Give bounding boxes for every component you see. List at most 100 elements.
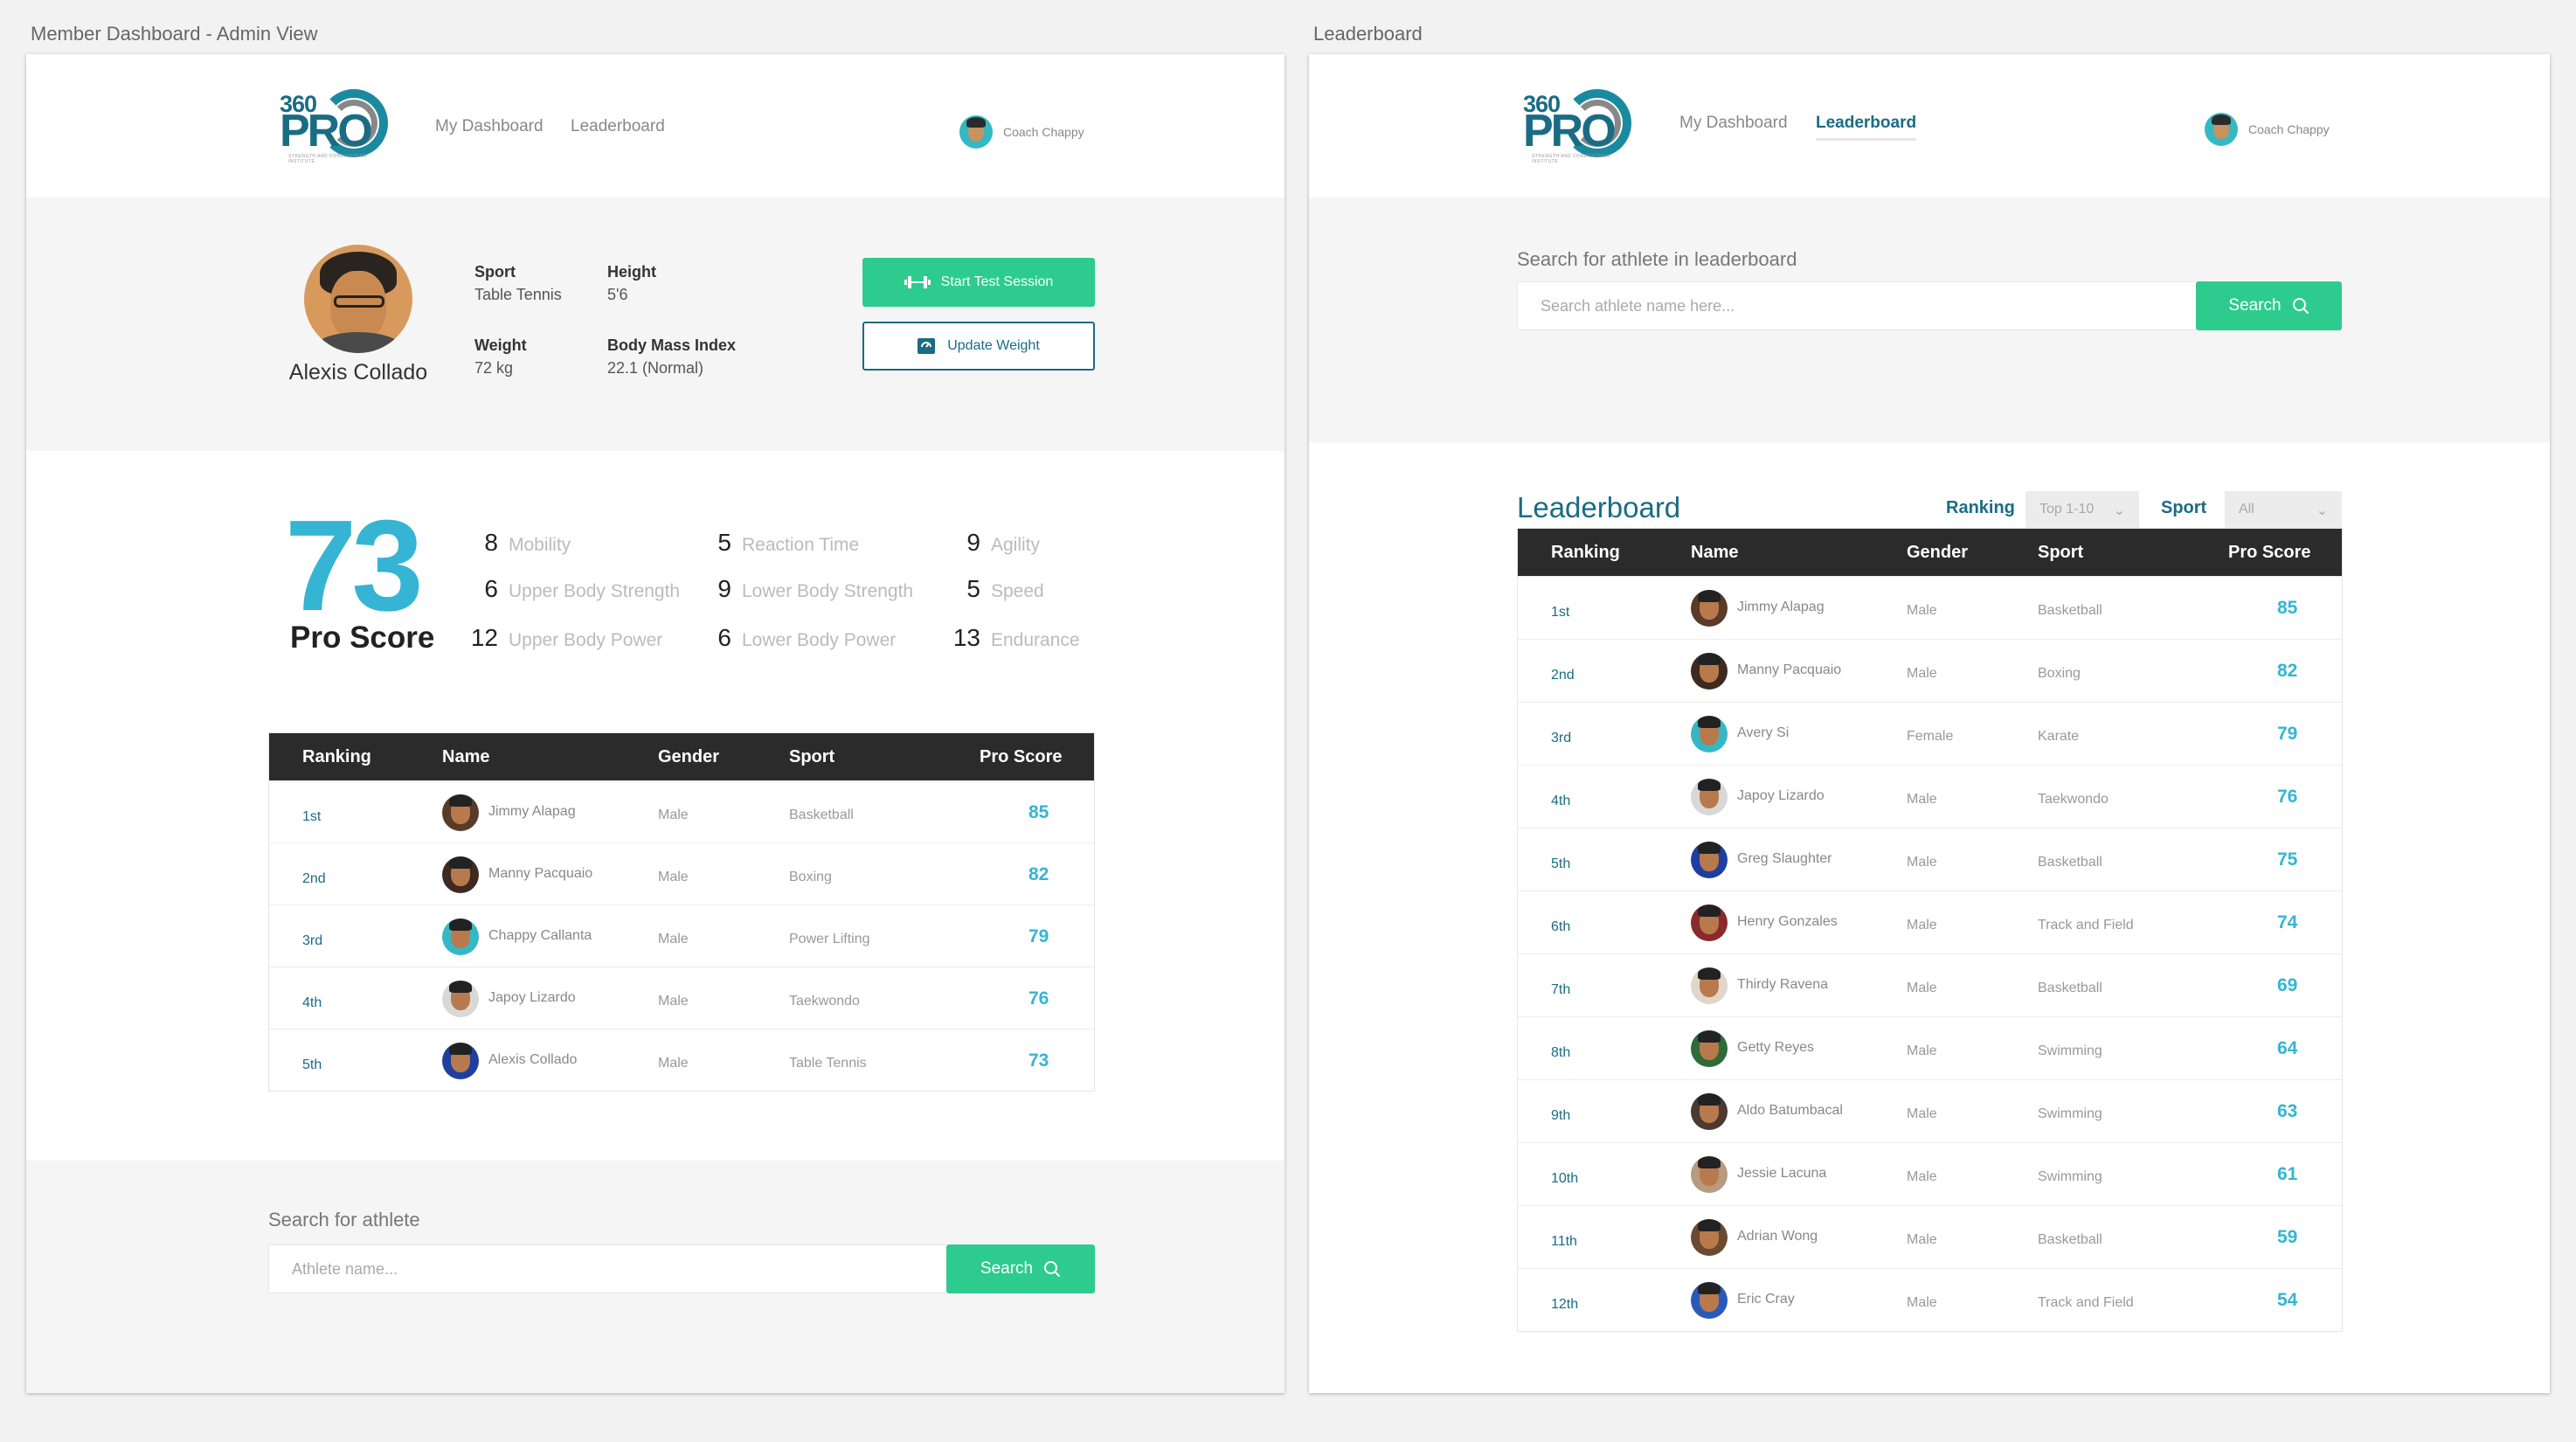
athlete-name-cell[interactable]: Getty Reyes — [1737, 1040, 1814, 1056]
table-row[interactable]: 9th Aldo Batumbacal Male Swimming 63 — [1518, 1079, 2342, 1142]
athlete-name-cell[interactable]: Avery Si — [1737, 725, 1789, 741]
athlete-name-cell[interactable]: Jimmy Alapag — [1737, 600, 1825, 615]
bmi-label: Body Mass Index — [607, 336, 737, 354]
sport-cell: Boxing — [2038, 666, 2081, 681]
gender-cell: Male — [658, 808, 689, 822]
table-row[interactable]: 4th Japoy Lizardo Male Taekwondo 76 — [269, 967, 1094, 1029]
sport-cell: Karate — [2038, 729, 2080, 744]
ranking-filter-label: Ranking — [1946, 498, 2015, 517]
athlete-name-cell[interactable]: Japoy Lizardo — [1737, 788, 1825, 804]
sport-cell: Power Lifting — [789, 932, 870, 946]
nav-leaderboard[interactable]: Leaderboard — [1816, 114, 1917, 141]
table-row[interactable]: 12th Eric Cray Male Track and Field 54 — [1518, 1268, 2342, 1331]
gender-cell: Male — [1907, 1106, 1937, 1121]
metric-mobility: 8 Mobility — [484, 529, 571, 556]
rank-cell: 3rd — [302, 933, 323, 948]
metric-lower-body-power: 6 Lower Body Power — [717, 624, 897, 651]
athlete-name-cell[interactable]: Manny Pacquaio — [1737, 662, 1841, 678]
profile-section — [26, 198, 1285, 451]
sport-cell: Basketball — [2038, 981, 2102, 995]
athlete-name-cell[interactable]: Greg Slaughter — [1737, 851, 1832, 867]
metric-reaction-time: 5 Reaction Time — [717, 529, 860, 556]
update-weight-button[interactable]: Update Weight — [862, 322, 1095, 371]
athlete-name-cell[interactable]: Jessie Lacuna — [1737, 1166, 1826, 1182]
table-row[interactable]: 3rd Avery Si Female Karate 79 — [1518, 702, 2342, 765]
ranking-filter-value: Top 1-10 — [2039, 502, 2095, 516]
gender-cell: Male — [658, 994, 689, 1009]
athlete-name-cell[interactable]: Jimmy Alapag — [488, 804, 576, 820]
athlete-name-cell[interactable]: Eric Cray — [1737, 1292, 1795, 1307]
start-test-session-label: Start Test Session — [940, 274, 1054, 289]
pro-score-cell: 75 — [2277, 849, 2298, 870]
pro-score-cell: 69 — [2277, 975, 2298, 995]
table-row[interactable]: 11th Adrian Wong Male Basketball 59 — [1518, 1205, 2342, 1268]
athlete-avatar — [1691, 590, 1728, 627]
col-gender: Gender — [1907, 543, 1969, 562]
sport-filter-select[interactable]: All ⌄ — [2225, 491, 2342, 528]
nav-leaderboard[interactable]: Leaderboard — [571, 117, 665, 136]
rank-cell: 3rd — [1551, 731, 1572, 745]
col-gender: Gender — [658, 747, 720, 766]
athlete-search-input[interactable] — [268, 1244, 946, 1293]
leaderboard-search-input[interactable] — [1517, 281, 2196, 330]
gender-cell: Male — [1907, 981, 1937, 995]
table-row[interactable]: 10th Jessie Lacuna Male Swimming 61 — [1518, 1142, 2342, 1205]
athlete-avatar — [1691, 842, 1728, 878]
rank-cell: 11th — [1551, 1234, 1577, 1249]
table-row[interactable]: 8th Getty Reyes Male Swimming 64 — [1518, 1016, 2342, 1079]
gender-cell: Male — [658, 1056, 689, 1071]
artboard-title-leaderboard: Leaderboard — [1313, 23, 1423, 45]
top-navbar: 360 PRO STRENGTH AND CONDITIONING INSTIT… — [26, 54, 1285, 198]
table-row[interactable]: 2nd Manny Pacquaio Male Boxing 82 — [1518, 639, 2342, 702]
rank-cell: 5th — [1551, 856, 1571, 871]
table-row[interactable]: 6th Henry Gonzales Male Track and Field 74 — [1518, 891, 2342, 953]
rank-cell: 1st — [302, 809, 322, 824]
athlete-name-cell[interactable]: Henry Gonzales — [1737, 914, 1838, 930]
artboard-title-dashboard: Member Dashboard - Admin View — [31, 23, 318, 45]
table-row[interactable]: 5th Greg Slaughter Male Basketball 75 — [1518, 828, 2342, 891]
pro-score-cell: 76 — [1028, 988, 1049, 1009]
athlete-avatar — [1691, 653, 1728, 690]
gender-cell: Male — [1907, 1232, 1937, 1247]
chevron-down-icon: ⌄ — [2316, 503, 2328, 518]
leaderboard-artboard: 360 PRO STRENGTH AND CONDITIONING INSTIT… — [1309, 54, 2550, 1393]
athlete-avatar — [1691, 905, 1728, 941]
col-ranking: Ranking — [302, 747, 371, 766]
user-menu[interactable]: Coach Chappy — [959, 115, 1084, 149]
start-test-session-button[interactable]: Start Test Session — [862, 258, 1095, 307]
brand-logo[interactable]: 360 PRO STRENGTH AND CONDITIONING INSTIT… — [1523, 89, 1633, 168]
table-row[interactable]: 2nd Manny Pacquaio Male Boxing 82 — [269, 842, 1094, 905]
avatar — [2205, 113, 2238, 146]
leaderboard-search-button[interactable]: Search — [2196, 281, 2342, 330]
table-row[interactable]: 3rd Chappy Callanta Male Power Lifting 79 — [269, 905, 1094, 967]
rank-cell: 5th — [302, 1057, 322, 1072]
athlete-name-cell[interactable]: Adrian Wong — [1737, 1229, 1818, 1244]
table-row[interactable]: 1st Jimmy Alapag Male Basketball 85 — [1518, 576, 2342, 639]
pro-score-cell: 82 — [1028, 864, 1049, 884]
ranking-table: Ranking Name Gender Sport Pro Score 1st J… — [268, 732, 1095, 1092]
table-row[interactable]: 4th Japoy Lizardo Male Taekwondo 76 — [1518, 765, 2342, 828]
athlete-name-cell[interactable]: Chappy Callanta — [488, 928, 592, 944]
user-menu[interactable]: Coach Chappy — [2205, 113, 2330, 146]
athlete-name-cell[interactable]: Thirdy Ravena — [1737, 977, 1828, 993]
athlete-name-cell[interactable]: Alexis Collado — [488, 1052, 577, 1068]
search-icon — [1044, 1261, 1061, 1278]
table-row[interactable]: 1st Jimmy Alapag Male Basketball 85 — [269, 780, 1094, 842]
brand-logo[interactable]: 360 PRO STRENGTH AND CONDITIONING INSTIT… — [280, 89, 390, 168]
athlete-search-button[interactable]: Search — [946, 1244, 1095, 1293]
user-name: Coach Chappy — [1003, 125, 1084, 139]
nav-my-dashboard[interactable]: My Dashboard — [435, 117, 544, 136]
table-row[interactable]: 7th Thirdy Ravena Male Basketball 69 — [1518, 953, 2342, 1016]
gender-cell: Male — [1907, 666, 1937, 681]
sport-cell: Taekwondo — [2038, 792, 2109, 807]
gender-cell: Male — [1907, 603, 1937, 618]
athlete-name-cell[interactable]: Manny Pacquaio — [488, 866, 592, 882]
ranking-filter-select[interactable]: Top 1-10 ⌄ — [2025, 491, 2139, 528]
athlete-name-cell[interactable]: Japoy Lizardo — [488, 990, 576, 1006]
pro-score-cell: 85 — [1028, 802, 1049, 822]
table-row[interactable]: 5th Alexis Collado Male Table Tennis 73 — [269, 1029, 1094, 1091]
nav-my-dashboard[interactable]: My Dashboard — [1679, 114, 1788, 133]
athlete-name-cell[interactable]: Aldo Batumbacal — [1737, 1103, 1843, 1119]
gender-cell: Male — [1907, 1295, 1937, 1310]
pro-score-cell: 76 — [2277, 787, 2298, 807]
